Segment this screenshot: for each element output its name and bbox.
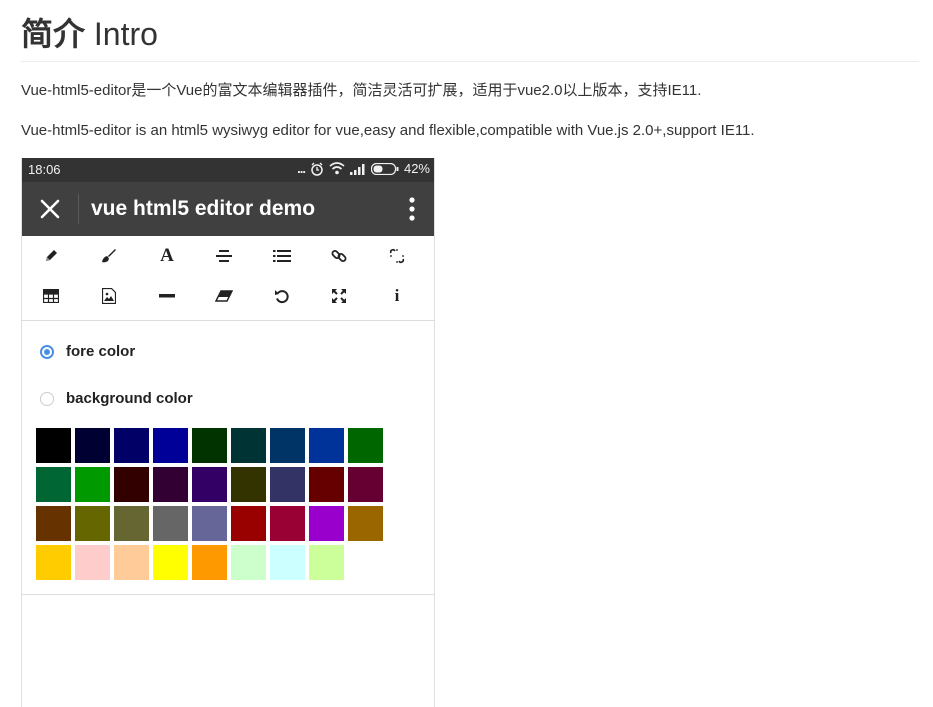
- color-swatch[interactable]: [114, 428, 149, 463]
- status-icons: ... 42%: [297, 161, 430, 176]
- color-swatch[interactable]: [153, 545, 188, 580]
- pencil-icon[interactable]: [31, 238, 71, 274]
- color-swatch[interactable]: [114, 545, 149, 580]
- app-bar-title: vue html5 editor demo: [91, 197, 316, 220]
- color-swatch[interactable]: [309, 506, 344, 541]
- app-bar: vue html5 editor demo: [22, 182, 434, 236]
- editor-toolbar: A i: [22, 236, 434, 321]
- color-swatch[interactable]: [309, 467, 344, 502]
- title-divider: [21, 61, 919, 62]
- demo-screenshot: 18:06 ... 42% vue html5 editor demo A i …: [21, 158, 435, 707]
- battery-icon: [370, 162, 399, 175]
- color-swatch[interactable]: [192, 428, 227, 463]
- color-swatch[interactable]: [231, 428, 266, 463]
- color-swatch[interactable]: [75, 545, 110, 580]
- eraser-icon[interactable]: [204, 278, 244, 314]
- undo-icon[interactable]: [262, 278, 302, 314]
- intro-paragraph-cn: Vue-html5-editor是一个Vue的富文本编辑器插件，简洁灵活可扩展，…: [21, 82, 702, 99]
- color-swatch[interactable]: [153, 467, 188, 502]
- color-swatch[interactable]: [348, 428, 383, 463]
- fore-color-radio[interactable]: [40, 345, 54, 359]
- color-swatch[interactable]: [192, 467, 227, 502]
- page-title: 简介 Intro: [21, 12, 158, 56]
- color-swatch[interactable]: [153, 428, 188, 463]
- intro-paragraph-en: Vue-html5-editor is an html5 wysiwyg edi…: [21, 122, 755, 139]
- color-swatch[interactable]: [114, 506, 149, 541]
- align-icon[interactable]: [204, 238, 244, 274]
- status-time: 18:06: [28, 162, 61, 177]
- close-button[interactable]: [36, 195, 64, 223]
- color-swatch[interactable]: [270, 428, 305, 463]
- overflow-menu-button[interactable]: [406, 195, 418, 223]
- page-title-cn: 简介: [21, 16, 86, 52]
- color-swatch[interactable]: [231, 506, 266, 541]
- list-icon[interactable]: [262, 238, 302, 274]
- color-swatch[interactable]: [348, 467, 383, 502]
- app-bar-divider: [78, 194, 79, 224]
- more-vert-icon: [409, 197, 415, 221]
- background-color-radio[interactable]: [40, 392, 54, 406]
- color-swatch[interactable]: [348, 506, 383, 541]
- battery-level: 42%: [403, 161, 430, 176]
- color-swatch[interactable]: [192, 545, 227, 580]
- color-swatch[interactable]: [36, 545, 71, 580]
- hr-icon[interactable]: [147, 278, 187, 314]
- font-icon[interactable]: A: [147, 238, 187, 274]
- background-color-label[interactable]: background color: [66, 389, 193, 409]
- fullscreen-icon[interactable]: [319, 278, 359, 314]
- color-swatch[interactable]: [75, 467, 110, 502]
- signal-icon: [349, 163, 366, 175]
- status-bar: 18:06 ... 42%: [22, 158, 434, 182]
- alarm-icon: [310, 162, 324, 176]
- color-swatch[interactable]: [36, 428, 71, 463]
- fore-color-label[interactable]: fore color: [66, 342, 135, 362]
- brush-icon[interactable]: [89, 238, 129, 274]
- color-swatch[interactable]: [309, 545, 344, 580]
- color-swatch[interactable]: [192, 506, 227, 541]
- unlink-icon[interactable]: [377, 238, 417, 274]
- color-swatch[interactable]: [270, 467, 305, 502]
- color-swatch[interactable]: [153, 506, 188, 541]
- close-icon: [40, 199, 60, 219]
- color-swatch[interactable]: [114, 467, 149, 502]
- link-icon[interactable]: [319, 238, 359, 274]
- status-dots: ...: [297, 161, 306, 176]
- table-icon[interactable]: [31, 278, 71, 314]
- info-icon[interactable]: i: [377, 278, 417, 314]
- color-swatch[interactable]: [231, 467, 266, 502]
- color-swatch[interactable]: [309, 428, 344, 463]
- color-swatch[interactable]: [231, 545, 266, 580]
- color-swatch[interactable]: [270, 545, 305, 580]
- color-swatch[interactable]: [75, 428, 110, 463]
- image-icon[interactable]: [89, 278, 129, 314]
- page-title-en: Intro: [93, 16, 158, 52]
- color-swatch[interactable]: [270, 506, 305, 541]
- wifi-icon: [329, 162, 345, 175]
- color-swatch[interactable]: [36, 506, 71, 541]
- panel-divider: [22, 594, 434, 595]
- color-swatch[interactable]: [36, 467, 71, 502]
- color-swatch[interactable]: [75, 506, 110, 541]
